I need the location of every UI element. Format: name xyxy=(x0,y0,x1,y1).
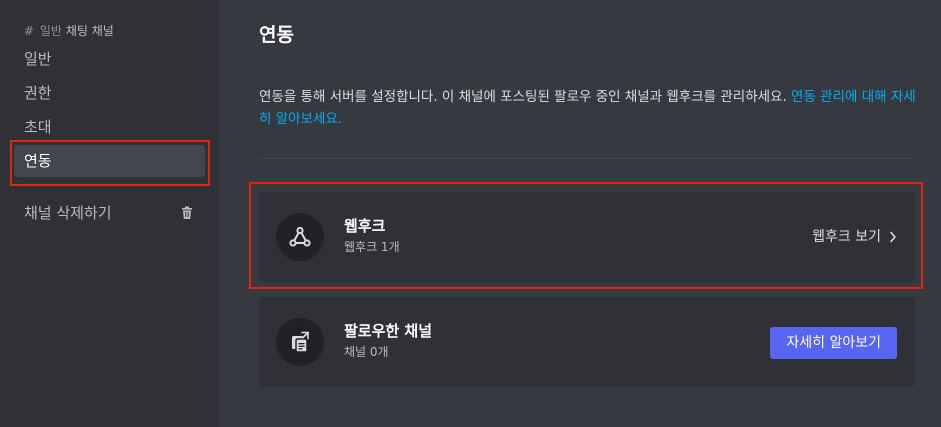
integrations-description: 연동을 통해 서버를 설정합니다. 이 채널에 포스팅된 팔로우 중인 채널과 … xyxy=(259,86,919,130)
sidebar-header: # 일반 채팅 채널 xyxy=(24,23,114,39)
followed-channels-title: 팔로우한 채널 xyxy=(344,322,433,340)
delete-channel-button[interactable]: 채널 삭제하기 xyxy=(14,197,205,229)
view-webhooks-label: 웹후크 보기 xyxy=(812,229,881,245)
divider xyxy=(259,158,915,159)
followed-channel-icon xyxy=(292,331,309,353)
sidebar-item-integrations[interactable]: 연동 xyxy=(14,145,205,177)
description-text: 연동을 통해 서버를 설정합니다. 이 채널에 포스팅된 팔로우 중인 채널과 … xyxy=(259,89,792,105)
webhooks-title: 웹후크 xyxy=(344,217,386,235)
channel-name: 채팅 채널 xyxy=(65,24,114,38)
settings-sidebar: # 일반 채팅 채널 일반 권한 초대 연동 채널 삭제하기 xyxy=(0,0,219,427)
followed-channels-card: 팔로우한 채널 채널 0개 자세히 알아보기 xyxy=(259,297,915,387)
learn-more-button[interactable]: 자세히 알아보기 xyxy=(770,327,897,359)
sidebar-item-label: 권한 xyxy=(24,84,52,102)
webhooks-count: 웹후크 1개 xyxy=(344,240,400,254)
webhooks-card[interactable]: 웹후크 웹후크 1개 웹후크 보기 xyxy=(259,192,915,282)
view-webhooks-button[interactable]: 웹후크 보기 xyxy=(812,226,897,248)
page-title: 연동 xyxy=(259,24,294,46)
hash-icon: # xyxy=(24,24,35,38)
webhook-icon xyxy=(289,226,311,247)
trash-icon xyxy=(182,206,192,219)
sidebar-item-general[interactable]: 일반 xyxy=(14,43,205,75)
followed-channel-icon-container xyxy=(276,318,324,366)
delete-channel-label: 채널 삭제하기 xyxy=(24,204,112,222)
followed-channels-count: 채널 0개 xyxy=(344,345,389,359)
sidebar-item-label: 연동 xyxy=(24,152,52,170)
sidebar-item-label: 일반 xyxy=(24,50,52,68)
chevron-right-icon xyxy=(890,231,896,243)
category-name: 일반 xyxy=(39,24,62,38)
sidebar-item-label: 초대 xyxy=(24,118,52,136)
webhook-icon-container xyxy=(276,213,324,261)
sidebar-item-permissions[interactable]: 권한 xyxy=(14,77,205,109)
sidebar-item-invites[interactable]: 초대 xyxy=(14,111,205,143)
